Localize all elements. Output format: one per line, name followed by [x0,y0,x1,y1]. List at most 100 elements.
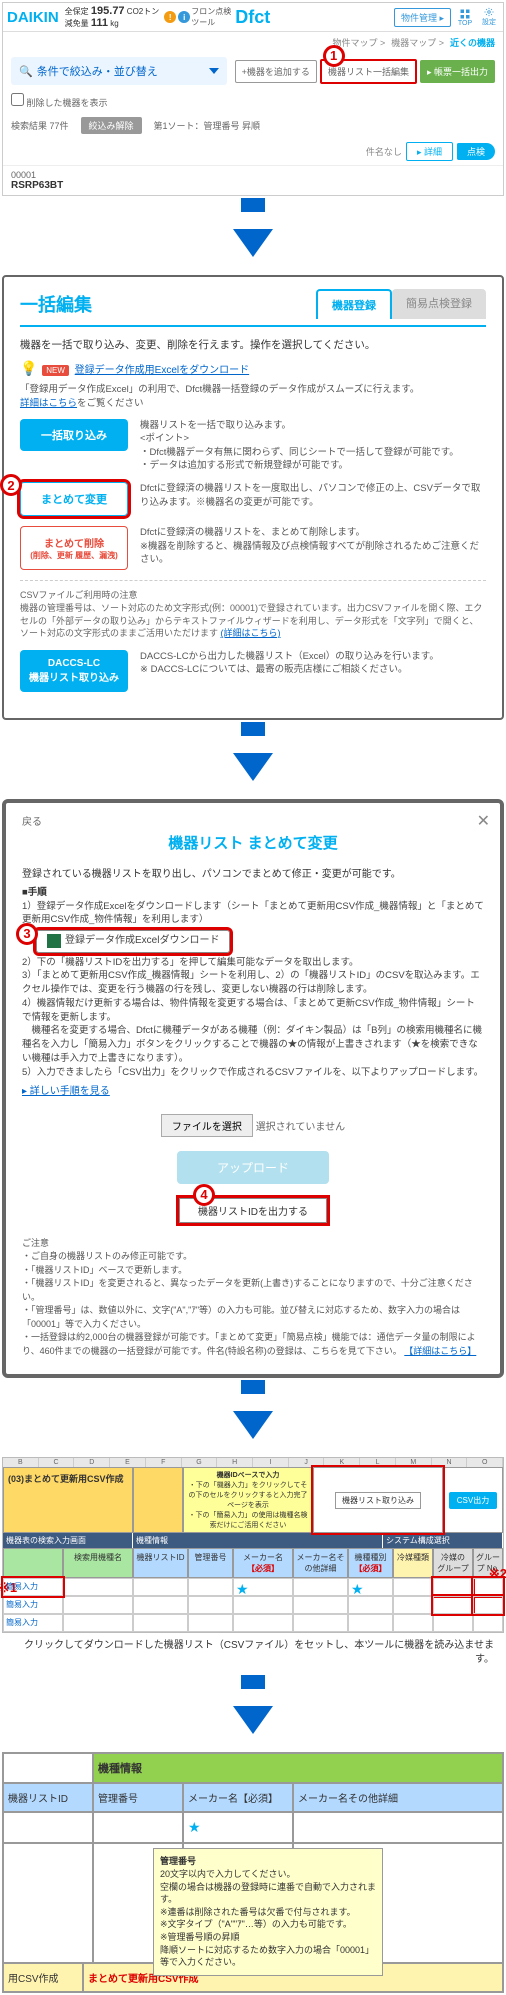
easy-input-link[interactable]: 簡易入力 [6,1618,38,1627]
arrow-down-icon [233,229,273,257]
excel-sheet-panel: BCD EFG HIJ KLM NO (03)まとめて更新用CSV作成 機器ID… [2,1457,504,1673]
breadcrumb: 物件マップ > 機器マップ > 近くの機器 [3,32,503,53]
top-nav-icon[interactable]: TOP [455,7,475,27]
top-header: 機種情報 [93,1753,503,1783]
delete-description: Dfctに登録済の機器リストを、まとめて削除します。 ※機器を削除すると、機器情… [140,526,486,566]
settings-nav-icon[interactable]: 設定 [479,7,499,27]
callout-2: 2 [0,474,22,496]
file-select-button[interactable]: ファイルを選択 [161,1114,253,1137]
grid-icon [459,8,471,20]
deleted-checkbox-row: 削除した機器を表示 [3,89,503,113]
col-maker-detail: メーカー名その他詳細 [293,1783,503,1812]
mgmt-number-tooltip: 管理番号 20文字以内で入力してください。 空欄の場合は機器の登録時に連番で自動… [153,1848,383,1975]
tab-device-register[interactable]: 機器登録 [316,289,392,319]
excel-sheet-title: (03)まとめて更新用CSV作成 [3,1467,133,1533]
star-icon: ★ [188,1819,201,1835]
flow-arrow [241,1675,265,1689]
stats-block: 全保定 195.77 CO2トン 減免量 111 kg [65,5,160,29]
excel-icon [47,934,61,948]
csv-note: CSVファイルご利用時の注意 機器の管理番号は、ソート対応のため文字形式(例：0… [20,580,486,639]
detail-link[interactable]: 詳細はこちら [20,398,77,409]
table-cell[interactable] [293,1812,503,1843]
sub-header-a: 機器表の検索入力画面 [3,1533,133,1548]
tab-bar: 機器登録 簡易点検登録 [316,289,486,319]
table-cell[interactable] [93,1812,183,1843]
bulk-change-button[interactable]: まとめて変更 [20,482,128,516]
app-title: Dfct [235,7,270,28]
table-cell[interactable] [3,1843,93,1963]
dfct-header-panel: DAIKIN 全保定 195.77 CO2トン 減免量 111 kg ! i フ… [2,2,504,196]
tab-simple-inspection[interactable]: 簡易点検登録 [392,289,486,319]
alert-badge-icon[interactable]: ! [164,11,176,23]
excel-download-link[interactable]: 登録データ作成用Excelをダウンロード [75,365,249,376]
table-cell[interactable] [3,1812,93,1843]
notes-detail-link[interactable]: 【詳細はこちら】 [404,1346,476,1356]
sub-header-b: 機種情報 [133,1533,383,1548]
bulk-import-button[interactable]: 一括取り込み [20,419,128,451]
back-button[interactable]: 戻る [22,813,484,828]
import-description: 機器リストを一括で取り込みます。 <ポイント> ・Dfct機器データ有無に関わら… [140,419,486,472]
callout-4: 4 [193,1184,215,1206]
device-model: RSRP63BT [11,180,495,191]
bulk-edit-panel: 一括編集 機器登録 簡易点検登録 機器を一括で取り込み、変更、削除を行えます。操… [2,275,504,720]
table-cell[interactable]: ★ [183,1812,293,1843]
flow-arrow [241,198,265,212]
excel-download-button[interactable]: 登録データ作成Excelダウンロード [36,930,230,953]
panel-title: 一括編集 [20,291,92,317]
sheet-tab[interactable]: 用CSV作成 [3,1963,83,1992]
daccs-description: DACCS-LCから出力した機器リスト（Excel）の取り込みを行います。 ※ … [140,650,486,677]
add-device-button[interactable]: +機器を追加する [235,60,317,83]
no-subject-label: 件名なし [366,145,402,158]
notes-block: ご注意 ・ご自身の機器リストのみ修正可能です。 ・「機器リストID」ベースで更新… [22,1237,484,1359]
steps-block: ■手順 1）登録データ作成Excelをダウンロードします（シート「まとめて更新用… [22,886,484,1100]
sort-label: 第1ソート：管理番号 昇順 [154,119,261,132]
new-badge: NEW [42,365,69,376]
breadcrumb-item[interactable]: 機器マップ > [391,36,444,49]
excel-header-row: 検索用機種名 機器リストID 管理番号 メーカー名【必須】 メーカー名その他詳細… [3,1548,503,1578]
gear-icon [483,7,495,17]
modal-title: 機器リスト まとめて変更 [22,832,484,853]
callout-3: 3 [16,923,38,945]
excel-column-letters: BCD EFG HIJ KLM NO [3,1458,503,1467]
file-none-label: 選択されていません [256,1122,345,1133]
detail-button[interactable]: ▸ 詳細 [406,142,453,161]
excel-csv-output-button[interactable]: CSV出力 [443,1467,503,1533]
modal-description: 登録されている機器リストを取り出し、パソコンでまとめて修正・変更が可能です。 [22,865,484,880]
breadcrumb-item: 近くの機器 [450,36,495,49]
callout-1: 1 [323,45,345,67]
report-output-button[interactable]: ▸ 帳票一括出力 [420,60,495,83]
excel-import-list-button[interactable]: 機器リスト取り込み [313,1467,443,1533]
daccs-import-button[interactable]: DACCS-LC 機器リスト取り込み [20,650,128,692]
filter-dropdown[interactable]: 🔍 条件で絞込み・並び替え [11,57,227,85]
bulb-icon: 💡 [20,360,37,376]
easy-input-link[interactable]: 簡易入力 [6,1600,38,1609]
info-badge-icon[interactable]: i [178,11,190,23]
excel-caption: クリックしてダウンロードした機器リスト（CSVファイル）をセットし、本ツールに機… [2,1633,504,1673]
show-deleted-checkbox[interactable] [11,93,24,106]
clear-filter-tag[interactable]: 絞込み解除 [81,117,142,134]
arrow-down-icon [233,1706,273,1734]
device-id: 00001 [11,170,495,180]
col-maker: メーカー名【必須】 [183,1783,293,1812]
col-device-id: 機器リストID [3,1783,93,1812]
upload-button[interactable]: アップロード [177,1151,329,1184]
result-count: 検索結果 77件 [11,119,69,132]
close-icon[interactable]: ✕ [477,811,490,831]
result-row: 00001 RSRP63BT [3,165,503,195]
app-header: DAIKIN 全保定 195.77 CO2トン 減免量 111 kg ! i フ… [3,3,503,32]
col-mgmt-no: 管理番号 [93,1783,183,1812]
search-icon: 🔍 [19,65,33,78]
daikin-logo: DAIKIN [7,9,59,26]
zoom-table-panel: 機種情報 機器リストID 管理番号 メーカー名【必須】 メーカー名その他詳細 ★… [2,1752,504,1993]
arrow-down-icon [233,1411,273,1439]
bulk-change-modal: ✕ 戻る 機器リスト まとめて変更 登録されている機器リストを取り出し、パソコン… [2,799,504,1379]
property-mgmt-button[interactable]: 物件管理 ▸ [394,8,451,27]
bulk-delete-button[interactable]: まとめて削除 (削除、更新 履歴、漏洩) [20,526,128,570]
detailed-steps-link[interactable]: ▸ 詳しい手順を見る [22,1085,110,1100]
inspection-button[interactable]: 点検 [457,143,495,160]
flow-arrow [241,1380,265,1394]
title-prefix: フロン点検 ツール [191,6,231,28]
excel-instructions: 機器IDベースで入力 ・下の「機器入力」をクリックしてその下のセルをクリックする… [183,1467,313,1533]
easy-input-link[interactable]: 簡易入力 [6,1582,38,1591]
csv-detail-link[interactable]: (詳細はこちら) [221,628,281,638]
